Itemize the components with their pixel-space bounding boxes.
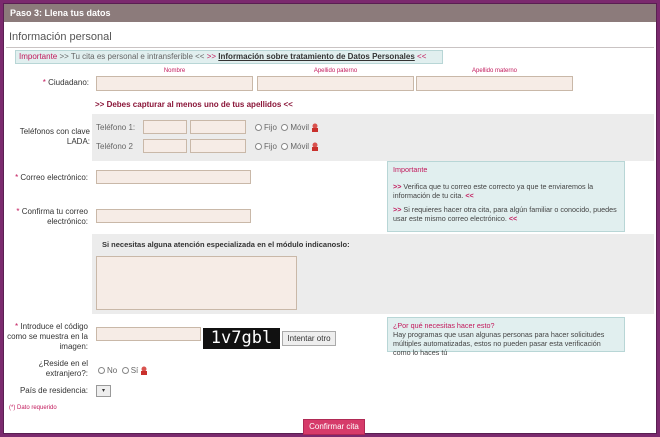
correo-label: * Correo electrónico: <box>15 173 88 182</box>
nombre-input[interactable] <box>96 76 253 91</box>
phone2-lada-input[interactable] <box>143 139 187 153</box>
info-p1: >> Verifica que tu correo este correcto … <box>393 182 594 200</box>
notice-text: >> Tu cita es personal e intransferible … <box>59 52 205 61</box>
phone2-movil-radio[interactable] <box>281 143 289 151</box>
confirma-correo-label: * Confirma tu correo electrónico: <box>16 207 88 226</box>
phone1-type: Fijo Móvil <box>255 123 319 133</box>
section-title: Información personal <box>9 31 112 43</box>
extranjero-no-radio[interactable] <box>98 367 105 375</box>
fijo-label: Fijo <box>264 142 277 151</box>
captcha-input[interactable] <box>96 327 201 341</box>
col-apellido-paterno: Apellido paterno <box>313 68 358 74</box>
privacy-notice: Importante >> Tu cita es personal e intr… <box>15 50 443 64</box>
info-p2: >> Si requieres hacer otra cita, para al… <box>393 205 617 223</box>
extranjero-label: ¿Reside en el extranjero?: <box>38 359 88 378</box>
notice-important: Importante <box>19 52 58 61</box>
extranjero-si-radio[interactable] <box>121 367 129 375</box>
captcha-info-box: ¿Por qué necesitas hacer esto? Hay progr… <box>387 317 625 357</box>
retry-captcha-button[interactable]: Intentar otro <box>282 331 336 346</box>
ciudadano-label: * Ciudadano: <box>42 78 89 87</box>
privacy-link[interactable]: Información sobre tratamiento de Datos P… <box>218 52 415 61</box>
form-frame: Paso 3: Llena tus datos Información pers… <box>3 3 657 435</box>
phone2-fijo-radio[interactable] <box>255 143 262 151</box>
correo-info-box: Importante >> Verifica que tu correo est… <box>387 161 625 232</box>
movil-label: Móvil <box>290 142 310 151</box>
help-icon[interactable] <box>140 366 148 376</box>
required-note: (*) Dato requerido <box>9 405 57 411</box>
divider <box>6 47 654 48</box>
col-nombre: Nombre <box>163 68 186 74</box>
captcha-info-text: Hay programas que usan algunas personas … <box>393 330 605 357</box>
phone2-type: Fijo Móvil <box>255 142 319 152</box>
no-label: No <box>107 366 118 375</box>
notice-arrow-end: << <box>417 52 427 61</box>
phone1-label: Teléfono 1: <box>96 123 136 132</box>
apellidos-note: >> Debes capturar al menos uno de tus ap… <box>95 100 293 109</box>
col-apellido-materno: Apellido materno <box>471 68 518 74</box>
si-label: Sí <box>130 366 139 375</box>
info-title: Importante <box>393 165 428 174</box>
correo-input[interactable] <box>96 170 251 184</box>
captcha-image: 1v7gbl <box>203 328 280 349</box>
pais-select[interactable]: ▾ <box>96 385 111 397</box>
atencion-label: Si necesitas alguna atención especializa… <box>102 240 350 249</box>
step-bar: Paso 3: Llena tus datos <box>4 4 656 22</box>
phone1-movil-radio[interactable] <box>281 124 289 132</box>
atencion-textarea[interactable] <box>96 256 297 310</box>
confirma-correo-input[interactable] <box>96 209 251 223</box>
apellido-materno-input[interactable] <box>416 76 573 91</box>
phone1-lada-input[interactable] <box>143 120 187 134</box>
phone1-number-input[interactable] <box>190 120 246 134</box>
movil-label: Móvil <box>290 123 310 132</box>
apellido-paterno-input[interactable] <box>257 76 414 91</box>
notice-arrow: >> <box>206 52 217 61</box>
phone2-number-input[interactable] <box>190 139 246 153</box>
extranjero-options: No Sí <box>98 366 148 376</box>
phone2-label: Teléfono 2 <box>96 142 133 151</box>
captcha-label: * Introduce el código como se muestra en… <box>7 322 88 351</box>
captcha-info-title: ¿Por qué necesitas hacer esto? <box>393 321 495 330</box>
phone1-fijo-radio[interactable] <box>255 124 262 132</box>
telefonos-label: Teléfonos con clave LADA: <box>19 127 90 146</box>
pais-label: País de residencia: <box>19 386 88 395</box>
confirm-button[interactable]: Confirmar cita <box>303 419 365 435</box>
fijo-label: Fijo <box>264 123 277 132</box>
delete-icon[interactable] <box>311 123 319 133</box>
delete-icon[interactable] <box>311 142 319 152</box>
